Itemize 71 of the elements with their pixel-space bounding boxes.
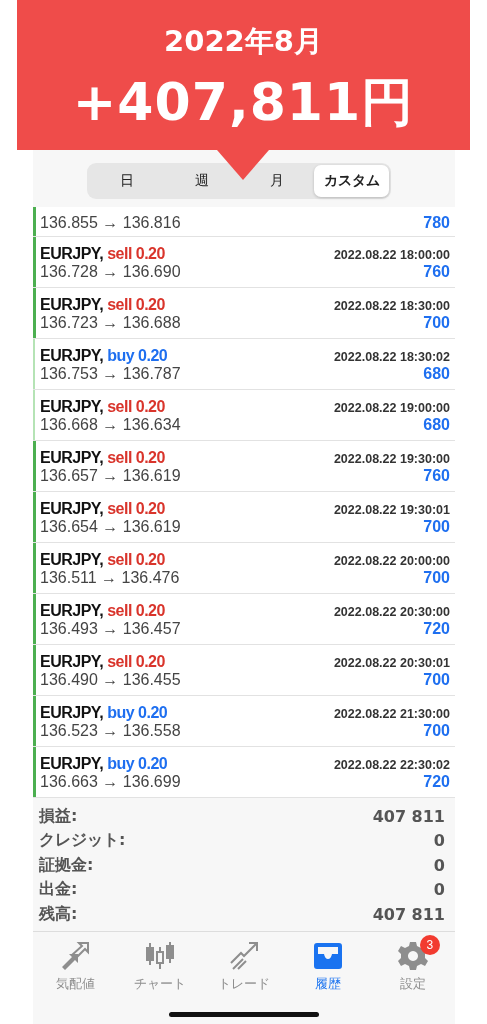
trade-prices: 136.663 → 136.699: [40, 773, 181, 791]
summary-value: 0: [433, 831, 445, 851]
tab-bar-item[interactable]: トレード: [201, 931, 287, 1002]
trade-time: 2022.08.22 19:00:00: [333, 401, 450, 415]
settings-icon: [397, 940, 428, 971]
trade-time: 2022.08.22 18:00:00: [333, 248, 450, 262]
trade-prices: 136.728 → 136.690: [40, 263, 181, 281]
trade-time: 2022.08.22 19:30:00: [333, 452, 450, 466]
candlestick-icon: [144, 940, 175, 971]
trade-title: EURJPY, sell 0.20: [40, 245, 165, 263]
trade-time: 2022.08.22 21:30:00: [333, 707, 450, 721]
trade-profit: 700: [423, 314, 450, 332]
trade-title: EURJPY, buy 0.20: [40, 755, 168, 773]
trade-title: EURJPY, sell 0.20: [40, 653, 165, 671]
trade-title: EURJPY, sell 0.20: [40, 551, 165, 569]
period-tab[interactable]: 日: [89, 165, 164, 197]
banner-title: 2022年8月: [164, 23, 323, 60]
trade-title: EURJPY, sell 0.20: [40, 449, 165, 467]
trade-title: EURJPY, sell 0.20: [40, 500, 165, 518]
summary-value: 0: [433, 855, 445, 875]
summary-label: 損益:: [39, 805, 78, 827]
trade-time: 2022.08.22 20:30:00: [333, 605, 450, 619]
trade-prices: 136.523 → 136.558: [40, 722, 181, 740]
trade-profit: 760: [423, 467, 450, 485]
trade-time: 2022.08.22 19:30:01: [333, 503, 450, 517]
trade-prices: 136.490 → 136.455: [40, 671, 181, 689]
trade-profit: 680: [423, 416, 450, 434]
trade-profit: 700: [423, 518, 450, 536]
period-tab[interactable]: 週: [164, 165, 239, 197]
trade-time: 2022.08.22 20:00:00: [333, 554, 450, 568]
trade-title: EURJPY, buy 0.20: [40, 704, 168, 722]
period-tab[interactable]: カスタム: [314, 165, 389, 197]
tab-bar-item[interactable]: 履歴: [286, 931, 371, 1002]
trade-profit: 760: [423, 263, 450, 281]
trade-prices: 136.753 → 136.787: [40, 365, 181, 383]
tab-bar-item[interactable]: 気配値: [33, 931, 118, 1002]
trade-title: EURJPY, sell 0.20: [40, 602, 165, 620]
trade-title: EURJPY, buy 0.20: [40, 347, 168, 365]
trade-profit: 700: [423, 722, 450, 740]
trade-title: EURJPY, sell 0.20: [40, 296, 165, 314]
trade-profit: 720: [423, 773, 450, 791]
trade-time: 2022.08.22 18:30:02: [333, 350, 450, 364]
tab-bar-item[interactable]: 3 設定: [370, 931, 456, 1002]
trade-profit: 700: [423, 569, 450, 587]
trade-profit: 720: [423, 620, 450, 638]
trade-time: 2022.08.22 20:30:01: [333, 656, 450, 670]
summary-label: 証拠金:: [39, 854, 94, 876]
trade-prices: 136.654 → 136.619: [40, 518, 181, 536]
trade-prices: 136.493 → 136.457: [40, 620, 181, 638]
notification-badge: 3: [419, 934, 440, 955]
trade-time: 2022.08.22 18:30:00: [333, 299, 450, 313]
banner-amount: +407,811円: [72, 71, 415, 134]
trade-title: EURJPY, sell 0.20: [40, 398, 165, 416]
trade-prices: 136.855 → 136.816: [40, 213, 181, 232]
trade-prices: 136.723 → 136.688: [40, 314, 181, 332]
summary-value: 407 811: [372, 806, 445, 826]
trade-prices: 136.511 → 136.476: [40, 569, 180, 587]
summary-label: 残高:: [39, 903, 78, 925]
trade-profit: 700: [423, 671, 450, 689]
trade-profit: 780: [423, 213, 450, 232]
tab-bar-item[interactable]: チャート: [117, 931, 202, 1002]
summary-value: 0: [433, 880, 445, 900]
trend-arrow-icon: [228, 940, 260, 971]
trade-time: 2022.08.22 22:30:02: [333, 758, 450, 772]
trade-prices: 136.657 → 136.619: [40, 467, 181, 485]
trade-profit: 680: [423, 365, 450, 383]
trade-prices: 136.668 → 136.634: [40, 416, 181, 434]
inbox-icon: [313, 941, 344, 970]
summary-value: 407 811: [372, 904, 445, 924]
summary-label: 出金:: [39, 879, 78, 901]
summary-label: クレジット:: [39, 830, 126, 852]
